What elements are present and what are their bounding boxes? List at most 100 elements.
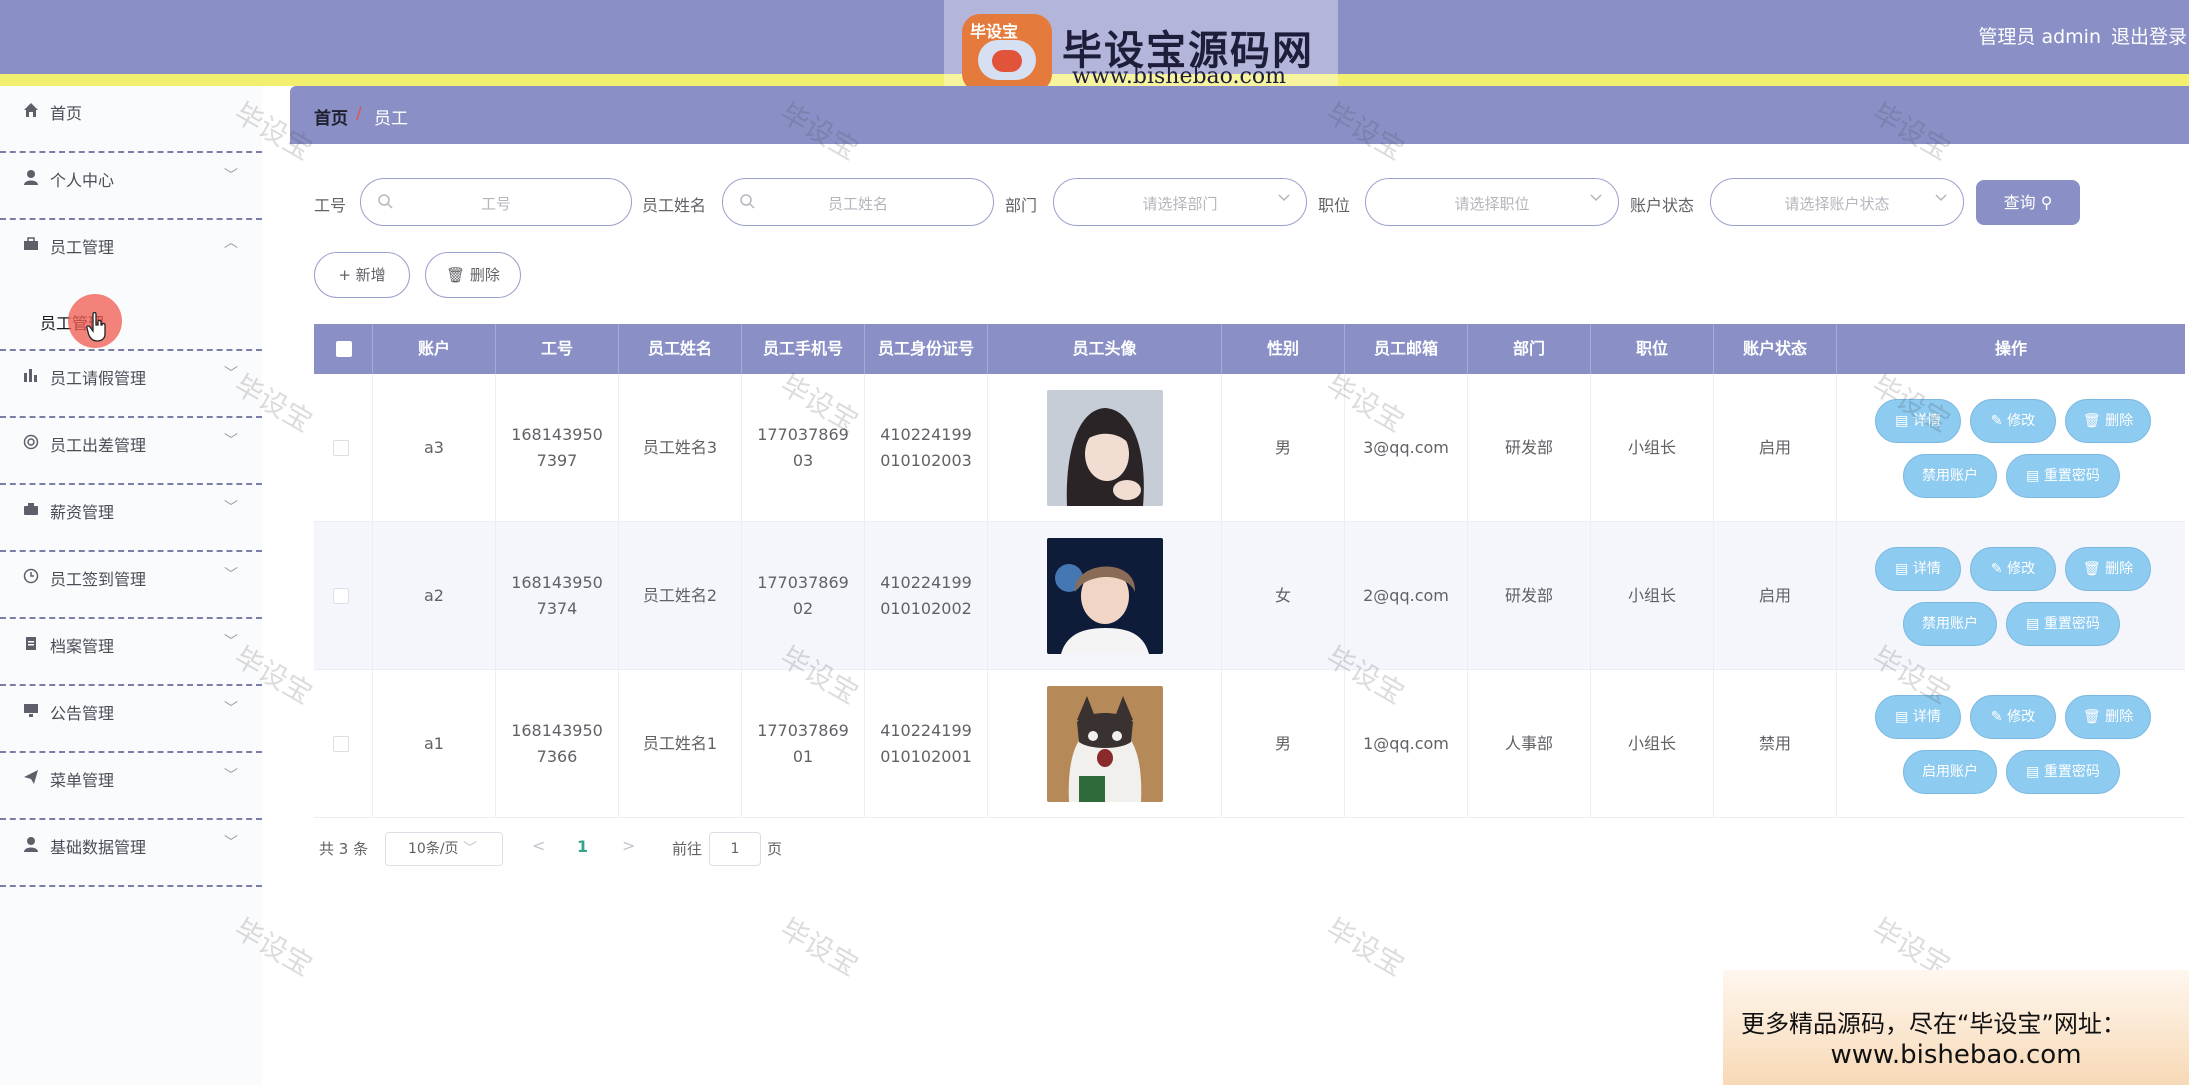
reset-password-button[interactable]: ▤ 重置密码 <box>2006 750 2120 794</box>
globe-icon <box>22 434 40 452</box>
sidebar-item-menu[interactable]: 菜单管理 ﹀ <box>0 753 262 820</box>
sidebar-item-notice[interactable]: 公告管理 ﹀ <box>0 686 262 753</box>
row-delete-button[interactable]: 🗑 删除 <box>2065 695 2151 739</box>
sidebar-item-checkin[interactable]: 员工签到管理 ﹀ <box>0 552 262 619</box>
sidebar-item-leave[interactable]: 员工请假管理 ﹀ <box>0 351 262 418</box>
sidebar-item-home[interactable]: 首页 <box>0 86 262 153</box>
position-label: 职位 <box>1318 196 1351 215</box>
table-header: 账户 工号 员工姓名 员工手机号 员工身份证号 员工头像 性别 员工邮箱 部门 … <box>314 324 2185 374</box>
cell-status: 启用 <box>1758 438 1791 457</box>
row-checkbox[interactable] <box>333 440 349 456</box>
user-icon <box>22 169 40 187</box>
logout-link[interactable]: 退出登录 <box>2111 22 2187 49</box>
chevron-down-icon: ﹀ <box>224 433 238 449</box>
sidebar-item-profile[interactable]: 个人中心 ﹀ <box>0 153 262 220</box>
table-row: a2 1681439507374 员工姓名2 17703786902 41022… <box>314 522 2185 670</box>
logo-mark-text: 毕设宝 <box>970 22 1019 41</box>
status-select[interactable]: 请选择账户状态 <box>1710 178 1964 226</box>
detail-button[interactable]: ▤ 详情 <box>1875 695 1961 739</box>
dept-placeholder: 请选择部门 <box>1142 195 1218 213</box>
goto-label: 前往 <box>672 840 703 858</box>
detail-button[interactable]: ▤ 详情 <box>1875 399 1961 443</box>
send-icon <box>22 769 40 787</box>
cell-gender: 女 <box>1274 586 1291 605</box>
name-label: 员工姓名 <box>642 196 707 215</box>
prev-page-button[interactable]: < <box>532 836 545 855</box>
header-select-all[interactable] <box>314 324 373 374</box>
breadcrumb-home[interactable]: 首页 <box>314 104 348 129</box>
position-select[interactable]: 请选择职位 <box>1365 178 1619 226</box>
home-icon <box>22 102 40 120</box>
sidebar-item-label: 员工请假管理 <box>50 369 147 388</box>
cell-name: 员工姓名1 <box>642 734 718 753</box>
reset-password-button[interactable]: ▤ 重置密码 <box>2006 602 2120 646</box>
cell-email: 2@qq.com <box>1363 586 1449 605</box>
query-button[interactable]: 查询 ⚲ <box>1976 180 2080 225</box>
cell-id-card: 410224199010102003 <box>880 425 972 470</box>
chevron-down-icon: ﹀ <box>224 634 238 650</box>
trash-icon: 🗑 <box>2082 709 2101 725</box>
promo-banner: 更多精品源码，尽在“毕设宝”网址： www.bishebao.com <box>1723 970 2189 1085</box>
detail-button-label: 详情 <box>1912 709 1941 725</box>
col-header: 部门 <box>1468 324 1591 374</box>
cell-dept: 人事部 <box>1504 734 1553 753</box>
detail-button[interactable]: ▤ 详情 <box>1875 547 1961 591</box>
dept-label: 部门 <box>1005 196 1038 215</box>
trash-icon: 🗑 <box>2082 413 2101 429</box>
row-checkbox[interactable] <box>333 588 349 604</box>
sidebar-item-staff[interactable]: 员工管理 ︿ <box>0 220 262 287</box>
toggle-account-button[interactable]: 启用账户 <box>1903 750 1997 794</box>
chevron-down-icon <box>1935 194 1947 202</box>
col-header: 账户 <box>373 324 496 374</box>
cell-id-card: 410224199010102001 <box>880 721 972 766</box>
submenu-item-staff-manage[interactable]: 员工管理 <box>0 284 262 351</box>
sidebar-item-basic-data[interactable]: 基础数据管理 ﹀ <box>0 820 262 887</box>
edit-button[interactable]: ✎ 修改 <box>1970 399 2056 443</box>
col-header: 工号 <box>496 324 619 374</box>
dept-select[interactable]: 请选择部门 <box>1053 178 1307 226</box>
row-delete-button[interactable]: 🗑 删除 <box>2065 399 2151 443</box>
cell-position: 小组长 <box>1627 734 1676 753</box>
delete-button[interactable]: 🗑 删除 <box>425 252 521 298</box>
job-no-placeholder: 工号 <box>480 195 511 213</box>
sidebar-item-archive[interactable]: 档案管理 ﹀ <box>0 619 262 686</box>
current-user-label[interactable]: 管理员 admin <box>1978 22 2101 49</box>
reset-password-button[interactable]: ▤ 重置密码 <box>2006 454 2120 498</box>
edit-button[interactable]: ✎ 修改 <box>1970 695 2056 739</box>
cell-status: 禁用 <box>1758 734 1791 753</box>
sidebar-item-trip[interactable]: 员工出差管理 ﹀ <box>0 418 262 485</box>
cell-account: a1 <box>424 734 444 753</box>
add-button[interactable]: + 新增 <box>314 252 410 298</box>
logo-mark-icon: 毕设宝 <box>962 14 1052 92</box>
next-page-button[interactable]: > <box>622 836 635 855</box>
cell-dept: 研发部 <box>1504 586 1553 605</box>
row-checkbox[interactable] <box>333 736 349 752</box>
chevron-down-icon <box>1590 194 1602 202</box>
row-delete-button[interactable]: 🗑 删除 <box>2065 547 2151 591</box>
clock-icon <box>22 568 40 586</box>
edit-button[interactable]: ✎ 修改 <box>1970 547 2056 591</box>
sidebar: 首页 个人中心 ﹀ 员工管理 ︿ 员工管理 员工请假管理 ﹀ 员工出差管理 ﹀ … <box>0 86 262 1085</box>
page-number-current[interactable]: 1 <box>577 837 588 856</box>
goto-page-input[interactable]: 1 <box>709 832 761 866</box>
edit-icon: ✎ <box>1990 709 2003 725</box>
briefcase-icon <box>22 236 40 254</box>
edit-icon: ✎ <box>1990 561 2003 577</box>
name-input[interactable]: 员工姓名 <box>722 178 994 226</box>
sidebar-item-label: 基础数据管理 <box>50 838 147 857</box>
job-no-input[interactable]: 工号 <box>360 178 632 226</box>
col-header: 员工身份证号 <box>865 324 988 374</box>
sidebar-item-salary[interactable]: 薪资管理 ﹀ <box>0 485 262 552</box>
hand-cursor-icon <box>86 312 106 342</box>
chevron-down-icon: ﹀ <box>224 768 238 784</box>
toggle-account-button[interactable]: 禁用账户 <box>1903 602 1997 646</box>
sidebar-item-label: 公告管理 <box>50 704 115 723</box>
toggle-account-button[interactable]: 禁用账户 <box>1903 454 1997 498</box>
cell-status: 启用 <box>1758 586 1791 605</box>
row-delete-button-label: 删除 <box>2105 413 2134 429</box>
page-size-value: 10条/页 <box>408 841 459 857</box>
select-all-checkbox[interactable] <box>336 341 352 357</box>
cell-phone: 17703786901 <box>757 721 849 766</box>
page-size-select[interactable]: 10条/页 ﹀ <box>385 832 503 866</box>
detail-button-label: 详情 <box>1912 413 1941 429</box>
